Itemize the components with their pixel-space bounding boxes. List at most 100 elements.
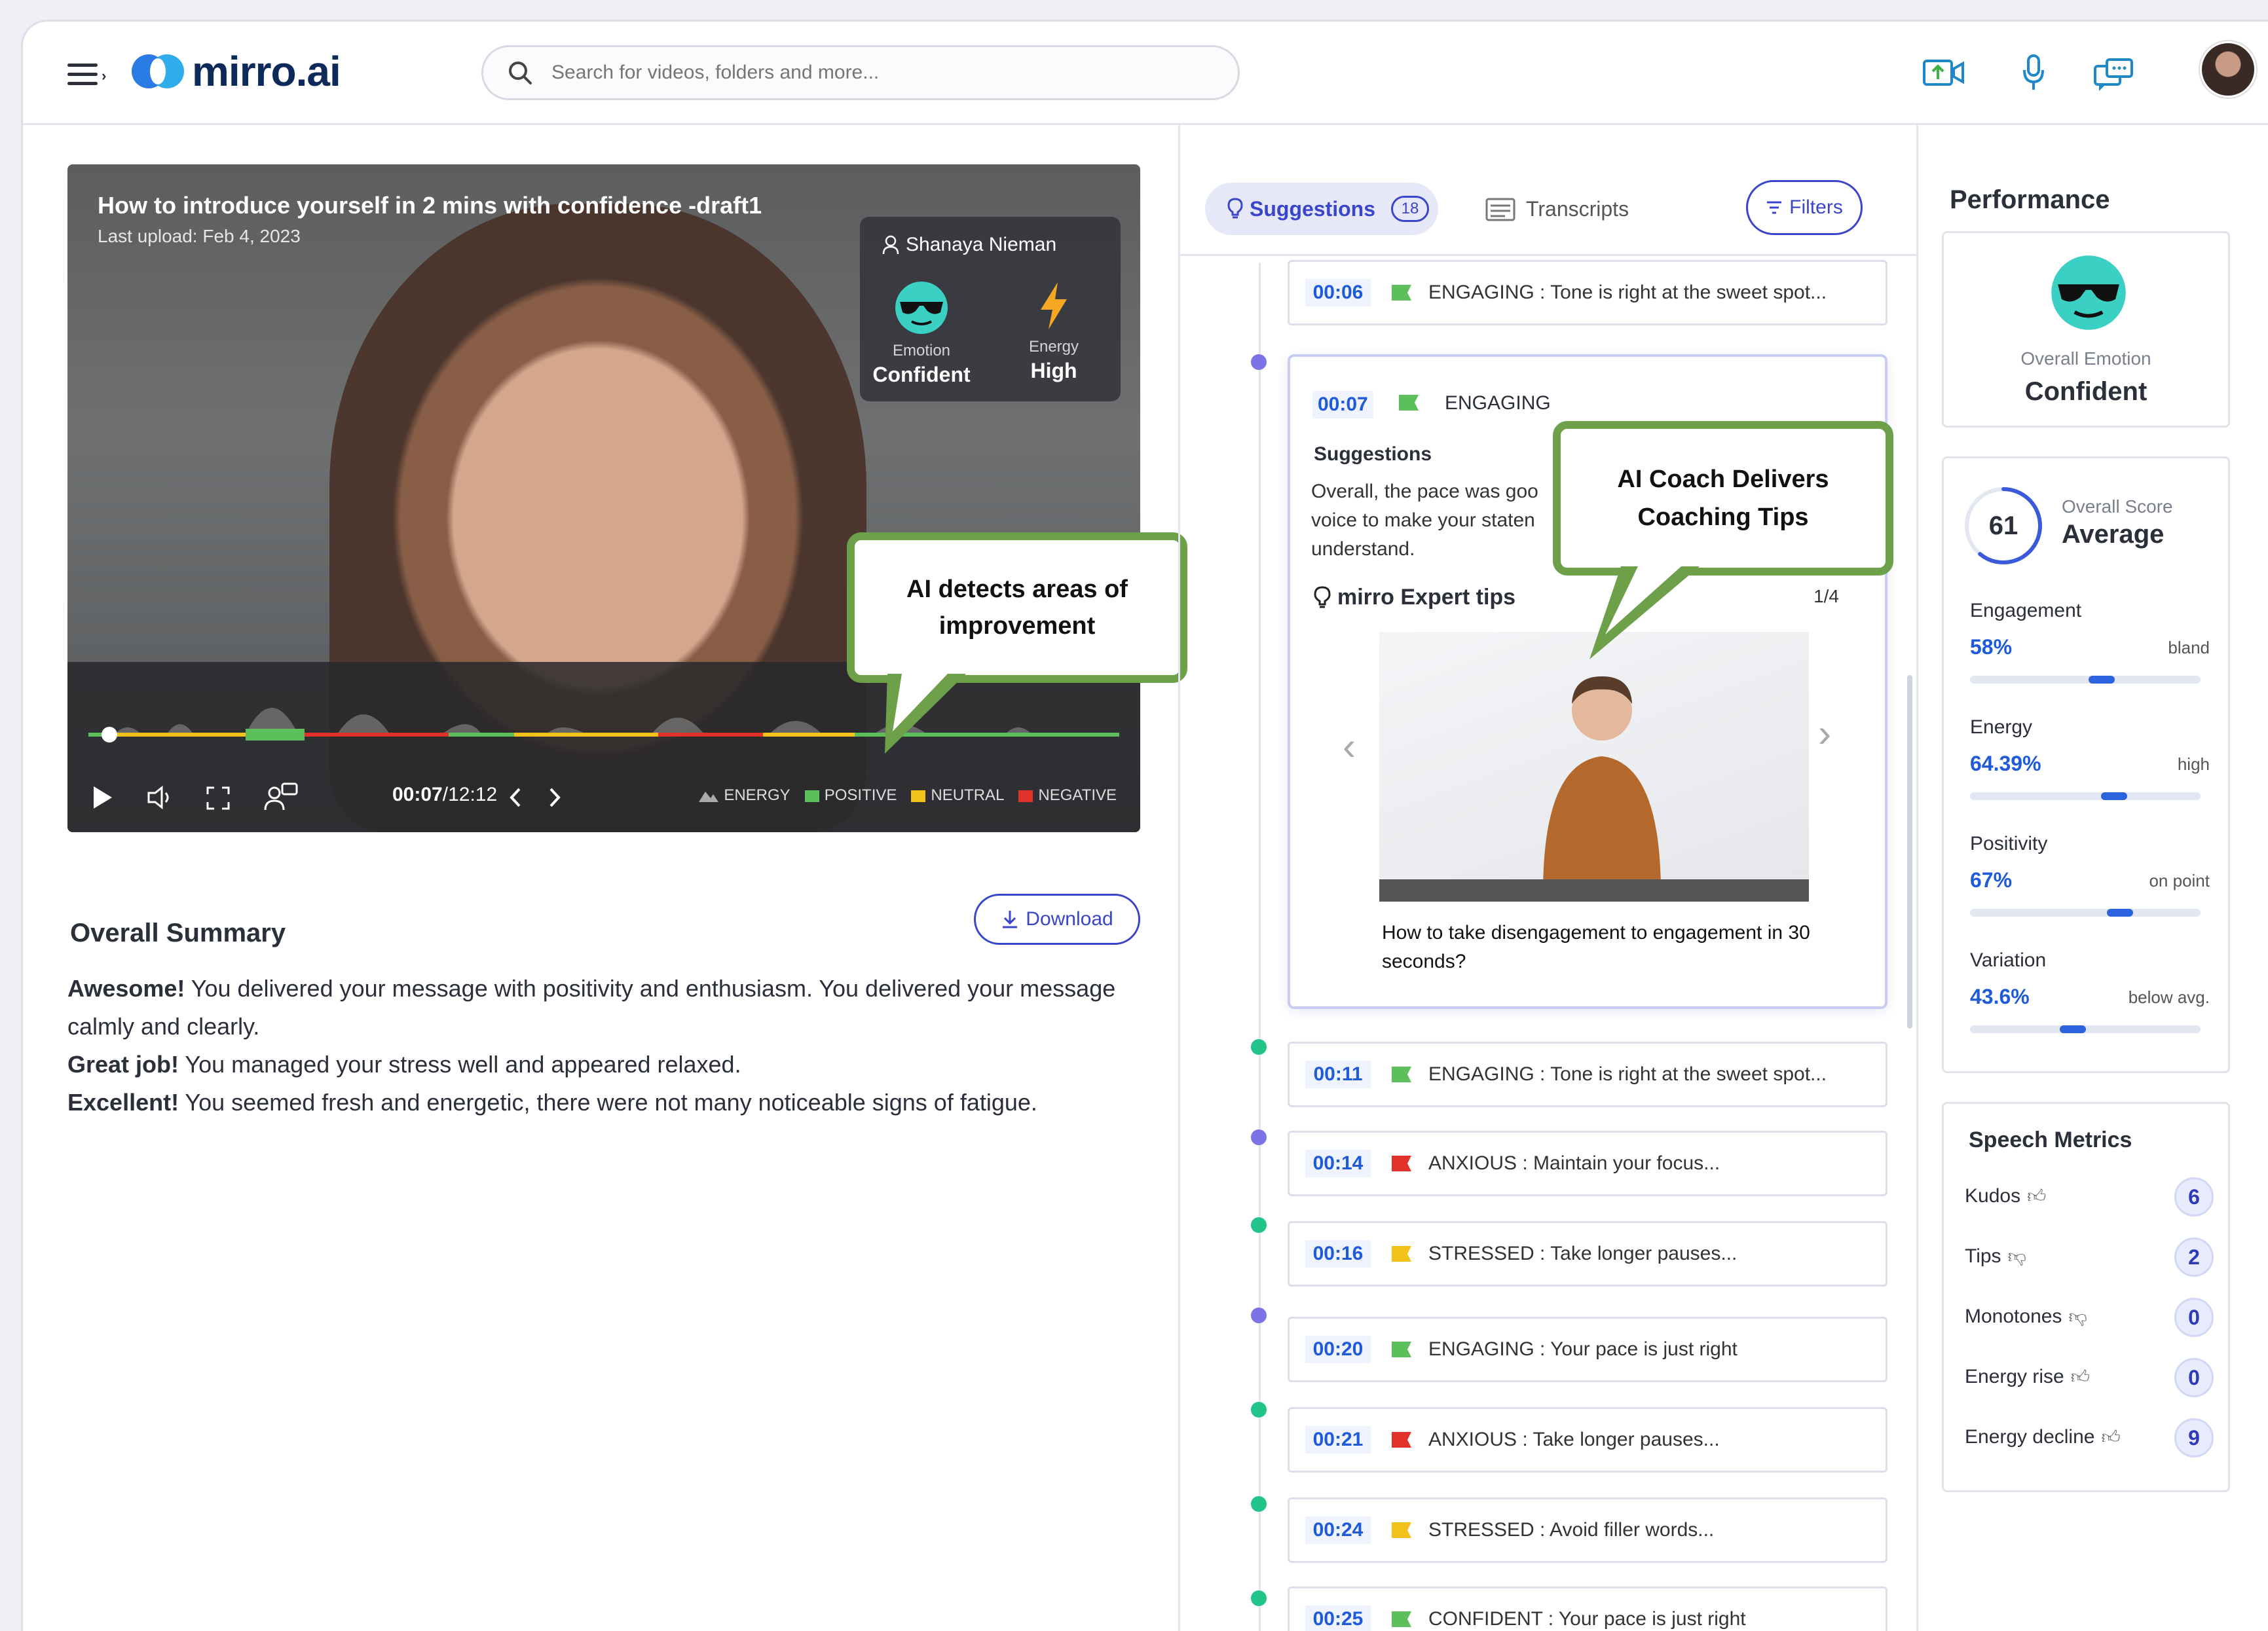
panel-tabs: Suggestions 18 Transcripts Filters [1180, 125, 1916, 256]
thumbs-up-icon: 👍︎ [2101, 1427, 2121, 1447]
video-title: How to introduce yourself in 2 mins with… [98, 192, 762, 219]
suggestion-label: STRESSED : Avoid filler words... [1428, 1519, 1715, 1541]
time-display: 00:07/12:12 [392, 784, 498, 805]
search-bar[interactable] [481, 45, 1240, 100]
suggestion-item[interactable]: 00:24 STRESSED : Avoid filler words... [1288, 1497, 1887, 1563]
score-card: 61 Overall Score Average Engagement 58% … [1942, 456, 2230, 1073]
summary-line: Awesome! You delivered your message with… [67, 975, 1116, 1040]
speech-metric-monotones: Monotones 👎︎ 0 [1965, 1298, 2214, 1337]
tab-transcripts[interactable]: Transcripts [1485, 197, 1629, 221]
timeline-dot [1251, 354, 1267, 370]
suggestion-label: ENGAGING : Tone is right at the sweet sp… [1428, 1063, 1827, 1085]
overall-score-label: Overall Score [2062, 496, 2173, 517]
mountain-icon [699, 791, 719, 802]
timeline-line [1259, 263, 1261, 1631]
timestamp[interactable]: 00:24 [1305, 1516, 1371, 1544]
timestamp[interactable]: 00:06 [1305, 279, 1371, 306]
filters-button[interactable]: Filters [1746, 180, 1863, 235]
volume-icon[interactable] [146, 785, 175, 810]
user-avatar[interactable] [2200, 41, 2256, 98]
chevron-right-icon[interactable] [547, 786, 563, 809]
metric-positivity: Positivity 67% on point [1970, 833, 2210, 917]
microphone-icon[interactable] [2020, 53, 2047, 92]
metric-track [1970, 792, 2201, 800]
timestamp[interactable]: 00:07 [1312, 391, 1373, 418]
search-input[interactable] [551, 62, 1141, 84]
play-icon[interactable] [91, 785, 113, 810]
suggestion-item[interactable]: 00:25 CONFIDENT : Your pace is just righ… [1288, 1586, 1887, 1631]
mirro-logo-icon [132, 54, 184, 88]
search-icon [509, 62, 532, 84]
thumbs-up-icon: 👍︎ [2027, 1186, 2047, 1206]
tab-suggestions[interactable]: Suggestions 18 [1205, 183, 1438, 235]
timeline-dot [1251, 1308, 1267, 1323]
thumbs-down-icon: 👎︎ [2007, 1246, 2026, 1266]
overall-score-number: 61 [1988, 511, 2018, 540]
upload-video-icon[interactable] [1922, 57, 1965, 88]
timestamp[interactable]: 00:16 [1305, 1240, 1371, 1268]
lightbulb-icon [1227, 198, 1243, 219]
chevron-right-icon[interactable]: › [1818, 710, 1831, 756]
lightbulb-icon [1314, 585, 1331, 608]
metric-indicator [2060, 1025, 2086, 1033]
speaker-name: Shanaya Nieman [882, 234, 1056, 256]
speech-metric-energy-decline: Energy decline 👍︎ 9 [1965, 1418, 2214, 1457]
download-icon [1003, 911, 1018, 928]
timestamp[interactable]: 00:20 [1305, 1336, 1371, 1363]
energy-stat: Energy High [1001, 280, 1106, 383]
legend-neutral: NEUTRAL [911, 786, 1004, 805]
sentiment-legend: ENERGY POSITIVE NEUTRAL NEGATIVE [699, 786, 1117, 805]
thumbs-down-icon: 👎︎ [2068, 1306, 2087, 1327]
suggestion-label: STRESSED : Take longer pauses... [1428, 1243, 1738, 1264]
flag-icon [1392, 1156, 1411, 1171]
panel-scrollbar[interactable] [1907, 675, 1912, 1029]
flag-icon [1392, 1611, 1411, 1627]
suggestion-item[interactable]: 00:20 ENGAGING : Your pace is just right [1288, 1317, 1887, 1382]
timestamp[interactable]: 00:21 [1305, 1426, 1371, 1454]
suggestion-item[interactable]: 00:11 ENGAGING : Tone is right at the sw… [1288, 1042, 1887, 1107]
coach-callout-pointer [1589, 566, 1700, 659]
metric-indicator [2089, 676, 2115, 684]
chat-icon[interactable] [2092, 57, 2134, 94]
performance-title: Performance [1950, 185, 2110, 214]
presenter-icon[interactable] [264, 782, 298, 811]
overall-score-value: Average [2062, 520, 2165, 549]
app-window: › mirro.ai Search for videos, folders an… [21, 20, 2268, 1631]
summary-line: Excellent! You seemed fresh and energeti… [67, 1089, 1037, 1116]
app-logo[interactable]: mirro.ai [130, 48, 341, 95]
coach-person-image [1543, 676, 1661, 894]
legend-negative: NEGATIVE [1018, 786, 1117, 805]
expert-tips-title: mirro Expert tips [1314, 585, 1515, 610]
flag-icon [1392, 1067, 1411, 1082]
menu-icon[interactable]: › [67, 60, 109, 88]
speech-metrics-title: Speech Metrics [1969, 1127, 2132, 1152]
player-controls: 00:07/12:12 ENERGY POSITIVE NEUTRAL NEGA… [67, 773, 1140, 819]
chevron-left-icon[interactable]: ‹ [1343, 724, 1356, 769]
suggestion-item[interactable]: 00:14 ANXIOUS : Maintain your focus... [1288, 1131, 1887, 1196]
timestamp[interactable]: 00:11 [1305, 1061, 1371, 1088]
timestamp[interactable]: 00:25 [1305, 1605, 1371, 1631]
metric-energy: Energy 64.39% high [1970, 716, 2210, 800]
chevron-left-icon[interactable] [508, 786, 523, 809]
suggestions-heading: Suggestions [1314, 443, 1432, 465]
overall-emotion-card: Overall Emotion Confident [1942, 231, 2230, 428]
flag-icon [1392, 1522, 1411, 1538]
suggestion-item[interactable]: 00:16 STRESSED : Take longer pauses... [1288, 1221, 1887, 1287]
performance-panel: Performance Overall Emotion Confident 61… [1918, 125, 2268, 1631]
flag-icon [1392, 285, 1411, 301]
suggestion-item[interactable]: 00:06 ENGAGING : Tone is right at the sw… [1288, 260, 1887, 325]
suggestion-item[interactable]: 00:21 ANXIOUS : Take longer pauses... [1288, 1407, 1887, 1473]
tips-page-indicator: 1/4 [1813, 586, 1839, 606]
speech-metrics-card: Speech Metrics Kudos 👍︎ 6 Tips 👎︎ 2 Monoto… [1942, 1102, 2230, 1492]
download-button[interactable]: Download [974, 894, 1140, 945]
metric-variation: Variation 43.6% below avg. [1970, 949, 2210, 1033]
lightning-icon [1041, 282, 1067, 329]
suggestion-label: ENGAGING : Your pace is just right [1428, 1338, 1738, 1360]
overall-emotion-value: Confident [2024, 377, 2147, 406]
timestamp[interactable]: 00:14 [1305, 1150, 1371, 1177]
suggestions-panel: Suggestions 18 Transcripts Filters 00:06… [1178, 125, 1918, 1631]
flag-icon [1399, 395, 1419, 411]
fullscreen-icon[interactable] [205, 785, 231, 811]
suggestions-count-badge: 18 [1391, 196, 1430, 222]
expert-tip-video-thumbnail[interactable] [1379, 632, 1809, 902]
